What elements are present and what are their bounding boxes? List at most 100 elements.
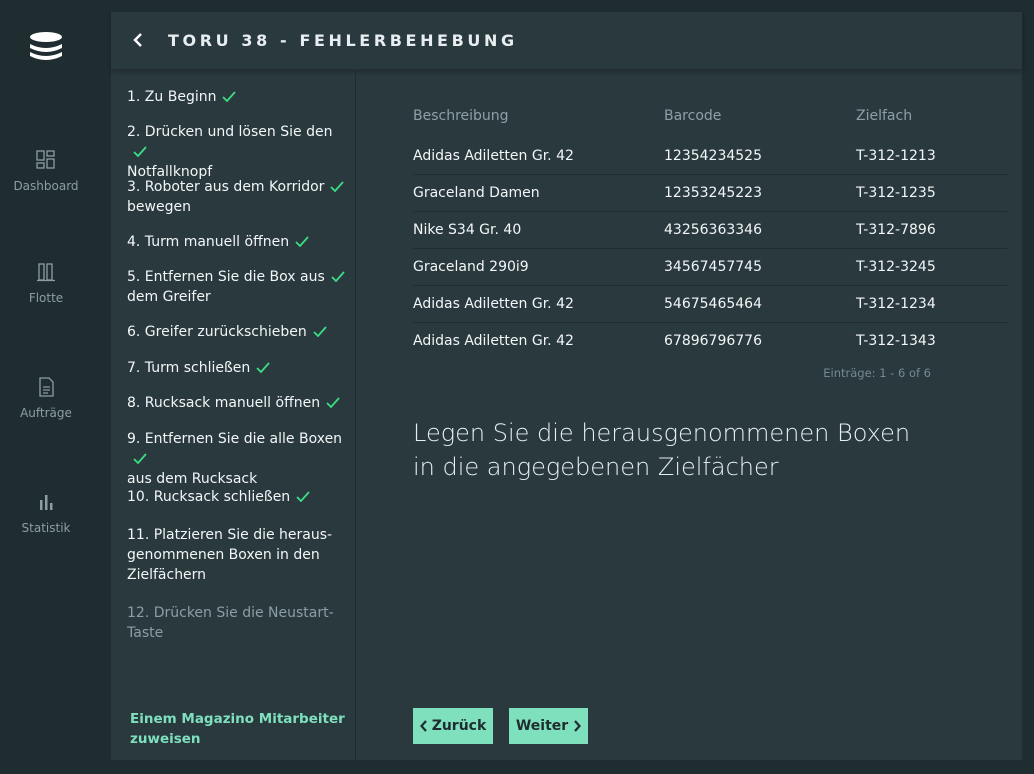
page-title: TORU 38 - FEHLERBEHEBUNG xyxy=(168,31,518,50)
nav-label-dashboard: Dashboard xyxy=(13,179,79,193)
header-bar: TORU 38 - FEHLERBEHEBUNG xyxy=(111,12,1022,70)
steps-list: 1. Zu Beginn 2. Drücken und lösen Sie de… xyxy=(111,71,356,760)
cell-barcode: 34567457745 xyxy=(664,259,762,275)
check-icon xyxy=(133,453,147,464)
cell-barcode: 54675465464 xyxy=(664,296,762,312)
step-item: 1. Zu Beginn xyxy=(127,87,352,107)
cell-barcode: 67896796776 xyxy=(664,333,762,349)
step-label: 3. Roboter aus dem Korridor xyxy=(127,179,325,195)
step-label-line3: Zielfächern xyxy=(127,567,207,583)
content-area: Beschreibung Barcode Zielfach Adidas Adi… xyxy=(357,71,1022,760)
cell-description: Adidas Adiletten Gr. 42 xyxy=(413,333,574,349)
table-row: Graceland Damen 12353245223 T-312-1235 xyxy=(413,175,1007,212)
assign-link-line2: zuweisen xyxy=(130,731,201,747)
cell-description: Adidas Adiletten Gr. 42 xyxy=(413,296,574,312)
check-icon xyxy=(256,362,270,373)
cell-target-slot: T-312-7896 xyxy=(856,222,936,238)
bar-chart-icon xyxy=(40,495,53,510)
main-panel: TORU 38 - FEHLERBEHEBUNG 1. Zu Beginn 2.… xyxy=(111,12,1022,760)
check-icon xyxy=(313,326,327,337)
step-item: 4. Turm manuell öffnen xyxy=(127,232,352,252)
cell-description: Graceland Damen xyxy=(413,185,540,201)
step-item: 8. Rucksack manuell öffnen xyxy=(127,393,352,413)
table-pagination: Einträge: 1 - 6 of 6 xyxy=(823,366,931,380)
check-icon xyxy=(331,271,345,282)
check-icon xyxy=(222,91,237,102)
check-icon xyxy=(330,181,345,192)
nav-item-dashboard[interactable]: Dashboard xyxy=(0,150,92,193)
table-row: Adidas Adiletten Gr. 42 12354234525 T-31… xyxy=(413,138,1007,175)
side-nav: Dashboard Flotte Aufträge Statistik xyxy=(0,0,92,774)
step-item: 2. Drücken und lösen Sie den Notfallknop… xyxy=(127,122,352,182)
nav-item-fleet[interactable]: Flotte xyxy=(0,262,92,305)
nav-label-fleet: Flotte xyxy=(28,291,64,305)
step-label: 1. Zu Beginn xyxy=(127,89,217,105)
step-item: 9. Entfernen Sie die alle Boxen aus dem … xyxy=(127,429,352,489)
chevron-right-icon xyxy=(574,720,582,732)
next-button-label: Weiter xyxy=(515,718,569,734)
chevron-left-icon xyxy=(419,720,427,732)
step-label: 10. Rucksack schließen xyxy=(127,489,291,505)
instruction-text: Legen Sie die herausgenommenen Boxen in … xyxy=(413,416,933,484)
step-item-current: 11. Platzieren Sie die heraus- genommene… xyxy=(127,525,352,585)
check-icon xyxy=(326,397,340,408)
assign-employee-link[interactable]: Einem Magazino Mitarbeiter zuweisen xyxy=(130,709,345,749)
nav-item-orders[interactable]: Aufträge xyxy=(0,377,92,420)
nav-label-orders: Aufträge xyxy=(20,406,72,420)
check-icon xyxy=(295,236,309,247)
cell-barcode: 43256363346 xyxy=(664,222,762,238)
step-label-line2: dem Greifer xyxy=(127,289,211,305)
header-target-slot: Zielfach xyxy=(856,108,913,124)
step-label: 2. Drücken und lösen Sie den xyxy=(127,124,333,140)
assign-link-line1: Einem Magazino Mitarbeiter xyxy=(130,711,345,727)
cell-target-slot: T-312-1234 xyxy=(856,296,936,312)
logo-icon xyxy=(30,32,62,60)
step-label: 11. Platzieren Sie die heraus- xyxy=(127,527,333,543)
step-label: 7. Turm schließen xyxy=(127,360,251,376)
nav-label-statistics: Statistik xyxy=(21,521,71,535)
table-row: Graceland 290i9 34567457745 T-312-3245 xyxy=(413,249,1007,286)
step-item: 10. Rucksack schließen xyxy=(127,487,352,507)
next-button[interactable]: Weiter xyxy=(509,708,588,744)
check-icon xyxy=(296,491,310,502)
step-label: 8. Rucksack manuell öffnen xyxy=(127,395,321,411)
cell-barcode: 12353245223 xyxy=(664,185,762,201)
step-item: 6. Greifer zurückschieben xyxy=(127,322,352,342)
step-item: 5. Entfernen Sie die Box aus dem Greifer xyxy=(127,267,352,307)
step-item-pending: 12. Drücken Sie die Neustart- Taste xyxy=(127,603,352,643)
step-item: 7. Turm schließen xyxy=(127,358,352,378)
step-label: 5. Entfernen Sie die Box aus xyxy=(127,269,325,285)
instruction-line2: in die angegebenen Zielfächer xyxy=(413,453,779,481)
instruction-line1: Legen Sie die herausgenommenen Boxen xyxy=(413,419,911,447)
table-row: Adidas Adiletten Gr. 42 54675465464 T-31… xyxy=(413,286,1007,323)
step-item: 3. Roboter aus dem Korridor bewegen xyxy=(127,177,352,217)
fleet-icon xyxy=(37,263,55,282)
cell-description: Adidas Adiletten Gr. 42 xyxy=(413,148,574,164)
table-row: Adidas Adiletten Gr. 42 67896796776 T-31… xyxy=(413,323,1007,360)
back-button[interactable]: Zurück xyxy=(413,708,493,744)
cell-description: Nike S34 Gr. 40 xyxy=(413,222,522,238)
cell-description: Graceland 290i9 xyxy=(413,259,529,275)
step-label-line2: Taste xyxy=(127,625,164,641)
header-description: Beschreibung xyxy=(413,108,509,124)
dashboard-icon xyxy=(36,150,55,169)
step-label-line2: bewegen xyxy=(127,199,191,215)
header-barcode: Barcode xyxy=(664,108,722,124)
cell-barcode: 12354234525 xyxy=(664,148,762,164)
step-label: 6. Greifer zurückschieben xyxy=(127,324,307,340)
cell-target-slot: T-312-3245 xyxy=(856,259,936,275)
cell-target-slot: T-312-1213 xyxy=(856,148,936,164)
check-icon xyxy=(133,146,147,157)
step-label: 4. Turm manuell öffnen xyxy=(127,234,290,250)
document-icon xyxy=(39,377,54,397)
table-row: Nike S34 Gr. 40 43256363346 T-312-7896 xyxy=(413,212,1007,249)
step-label-line2: genommenen Boxen in den xyxy=(127,547,320,563)
step-label: 12. Drücken Sie die Neustart- xyxy=(127,605,334,621)
cell-target-slot: T-312-1343 xyxy=(856,333,936,349)
back-button-label: Zurück xyxy=(431,718,487,734)
nav-item-statistics[interactable]: Statistik xyxy=(0,492,92,535)
step-label: 9. Entfernen Sie die alle Boxen xyxy=(127,431,343,447)
back-chevron-icon[interactable] xyxy=(131,30,147,50)
step-label-line2: aus dem Rucksack xyxy=(127,471,258,487)
cell-target-slot: T-312-1235 xyxy=(856,185,936,201)
